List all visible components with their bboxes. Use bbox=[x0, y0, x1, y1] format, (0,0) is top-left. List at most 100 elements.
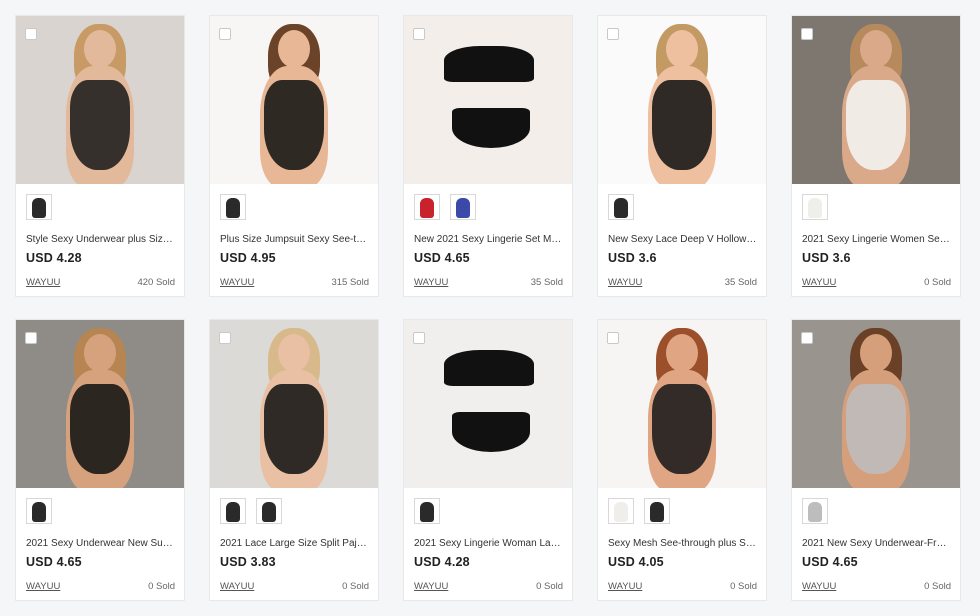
product-title[interactable]: Style Sexy Underwear plus Size Sexy Ling… bbox=[26, 234, 176, 245]
seller-link[interactable]: WAYUU bbox=[802, 581, 836, 592]
sold-count: 315 Sold bbox=[331, 277, 369, 288]
product-title[interactable]: 2021 New Sexy Underwear-Free Lingerie bbox=[802, 538, 952, 549]
variant-thumbnail[interactable] bbox=[220, 194, 246, 220]
model-head bbox=[84, 334, 116, 372]
product-card[interactable]: 2021 Sexy Underwear New Summer Lingerie … bbox=[15, 319, 185, 601]
lingerie-garment bbox=[70, 80, 130, 170]
select-checkbox[interactable] bbox=[219, 28, 231, 40]
seller-link[interactable]: WAYUU bbox=[414, 277, 448, 288]
variant-thumbnail[interactable] bbox=[220, 498, 246, 524]
sold-count: 0 Sold bbox=[342, 581, 369, 592]
select-checkbox[interactable] bbox=[25, 28, 37, 40]
product-image[interactable] bbox=[16, 320, 184, 488]
product-card[interactable]: Plus Size Jumpsuit Sexy See-through Lace… bbox=[209, 15, 379, 297]
seller-link[interactable]: WAYUU bbox=[26, 277, 60, 288]
product-image[interactable] bbox=[210, 16, 378, 184]
sold-count: 35 Sold bbox=[530, 277, 563, 288]
seller-link[interactable]: WAYUU bbox=[608, 581, 642, 592]
model-head bbox=[860, 334, 892, 372]
product-title[interactable]: New 2021 Sexy Lingerie Set Multicolor bbox=[414, 234, 564, 245]
product-card[interactable]: 2021 Lace Large Size Split Pajamas Set U… bbox=[209, 319, 379, 601]
sold-count: 420 Sold bbox=[137, 277, 175, 288]
sold-count: 0 Sold bbox=[536, 581, 563, 592]
product-card[interactable]: New Sexy Lace Deep V Hollow-out Lingerie… bbox=[597, 15, 767, 297]
variant-thumbnails bbox=[414, 498, 440, 524]
select-checkbox[interactable] bbox=[607, 332, 619, 344]
variant-thumbnails bbox=[26, 194, 52, 220]
seller-link[interactable]: WAYUU bbox=[608, 277, 642, 288]
variant-thumbnails bbox=[802, 498, 828, 524]
product-image[interactable] bbox=[16, 16, 184, 184]
seller-link[interactable]: WAYUU bbox=[220, 581, 254, 592]
variant-thumbnail[interactable] bbox=[644, 498, 670, 524]
select-checkbox[interactable] bbox=[219, 332, 231, 344]
select-checkbox[interactable] bbox=[25, 332, 37, 344]
product-title[interactable]: Sexy Mesh See-through plus Size Bodysuit bbox=[608, 538, 758, 549]
variant-swatch bbox=[262, 502, 276, 522]
select-checkbox[interactable] bbox=[413, 332, 425, 344]
product-price: USD 4.28 bbox=[26, 251, 82, 265]
product-card[interactable]: Sexy Mesh See-through plus Size Bodysuit… bbox=[597, 319, 767, 601]
model-head bbox=[278, 334, 310, 372]
product-card[interactable]: New 2021 Sexy Lingerie Set Multicolor US… bbox=[403, 15, 573, 297]
model-head bbox=[84, 30, 116, 68]
select-checkbox[interactable] bbox=[801, 332, 813, 344]
variant-thumbnail[interactable] bbox=[256, 498, 282, 524]
variant-swatch bbox=[32, 502, 46, 522]
variant-thumbnail[interactable] bbox=[414, 498, 440, 524]
model-head bbox=[278, 30, 310, 68]
variant-thumbnail[interactable] bbox=[608, 194, 634, 220]
product-image[interactable] bbox=[792, 16, 960, 184]
product-image[interactable] bbox=[404, 320, 572, 488]
select-checkbox[interactable] bbox=[801, 28, 813, 40]
variant-swatch bbox=[420, 198, 434, 218]
product-card[interactable]: 2021 Sexy Lingerie Women Sexy Lace Bodys… bbox=[791, 15, 961, 297]
seller-link[interactable]: WAYUU bbox=[802, 277, 836, 288]
variant-thumbnails bbox=[608, 498, 670, 524]
seller-link[interactable]: WAYUU bbox=[414, 581, 448, 592]
variant-thumbnails bbox=[608, 194, 634, 220]
product-card[interactable]: 2021 Sexy Lingerie Woman Lace Garter Set… bbox=[403, 319, 573, 601]
product-price: USD 4.28 bbox=[414, 555, 470, 569]
variant-thumbnail[interactable] bbox=[608, 498, 634, 524]
sold-count: 35 Sold bbox=[724, 277, 757, 288]
variant-thumbnail[interactable] bbox=[26, 194, 52, 220]
variant-thumbnails bbox=[220, 498, 282, 524]
lingerie-garment bbox=[652, 80, 712, 170]
select-checkbox[interactable] bbox=[607, 28, 619, 40]
product-grid: Style Sexy Underwear plus Size Sexy Ling… bbox=[15, 15, 961, 601]
product-image-background bbox=[404, 16, 572, 184]
product-card[interactable]: Style Sexy Underwear plus Size Sexy Ling… bbox=[15, 15, 185, 297]
seller-link[interactable]: WAYUU bbox=[26, 581, 60, 592]
product-title[interactable]: New Sexy Lace Deep V Hollow-out Lingerie bbox=[608, 234, 758, 245]
product-image[interactable] bbox=[404, 16, 572, 184]
lingerie-garment bbox=[846, 80, 906, 170]
lingerie-garment bbox=[264, 80, 324, 170]
seller-link[interactable]: WAYUU bbox=[220, 277, 254, 288]
sold-count: 0 Sold bbox=[730, 581, 757, 592]
variant-thumbnail[interactable] bbox=[802, 498, 828, 524]
lingerie-garment bbox=[70, 384, 130, 474]
product-title[interactable]: Plus Size Jumpsuit Sexy See-through Lace bbox=[220, 234, 370, 245]
variant-thumbnail[interactable] bbox=[450, 194, 476, 220]
product-image[interactable] bbox=[598, 16, 766, 184]
product-image[interactable] bbox=[210, 320, 378, 488]
variant-swatch bbox=[32, 198, 46, 218]
product-image[interactable] bbox=[598, 320, 766, 488]
product-title[interactable]: 2021 Sexy Underwear New Summer Lingerie bbox=[26, 538, 176, 549]
sold-count: 0 Sold bbox=[924, 581, 951, 592]
variant-thumbnail[interactable] bbox=[26, 498, 52, 524]
product-title[interactable]: 2021 Lace Large Size Split Pajamas Set bbox=[220, 538, 370, 549]
select-checkbox[interactable] bbox=[413, 28, 425, 40]
product-title[interactable]: 2021 Sexy Lingerie Woman Lace Garter Set bbox=[414, 538, 564, 549]
variant-thumbnails bbox=[802, 194, 828, 220]
product-price: USD 4.65 bbox=[26, 555, 82, 569]
variant-thumbnail[interactable] bbox=[414, 194, 440, 220]
variant-thumbnail[interactable] bbox=[802, 194, 828, 220]
product-card[interactable]: 2021 New Sexy Underwear-Free Lingerie US… bbox=[791, 319, 961, 601]
product-title[interactable]: 2021 Sexy Lingerie Women Sexy Lace Bodys… bbox=[802, 234, 952, 245]
variant-swatch bbox=[226, 198, 240, 218]
product-price: USD 4.05 bbox=[608, 555, 664, 569]
product-price: USD 3.83 bbox=[220, 555, 276, 569]
product-image[interactable] bbox=[792, 320, 960, 488]
